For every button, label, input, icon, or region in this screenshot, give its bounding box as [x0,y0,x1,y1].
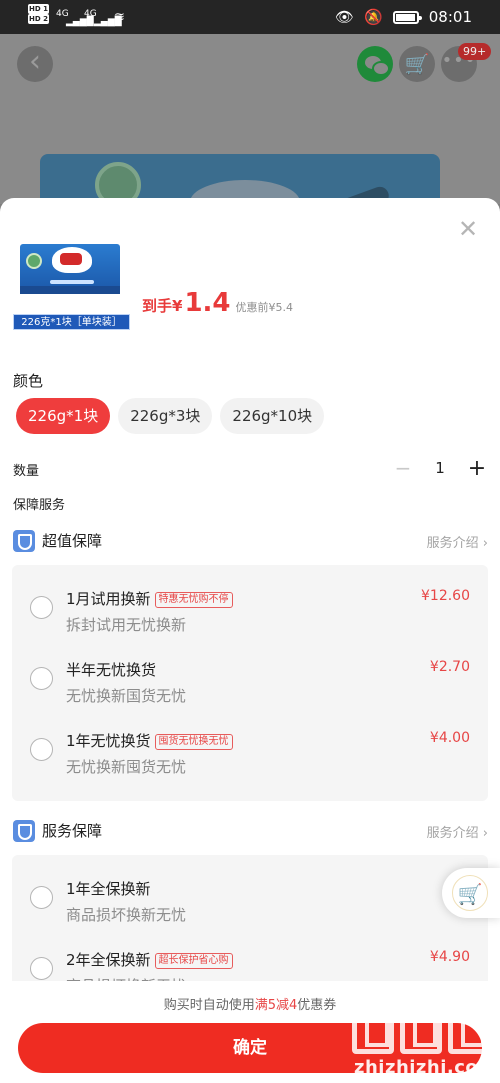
eye-icon: 👁 [335,8,355,26]
soap-package-image [20,244,120,294]
spec-option[interactable]: 226g*3块 [118,398,213,434]
cart-icon: 🛒 [404,52,430,76]
service-item[interactable]: 1月试用换新 特惠无忧购不停 拆封试用无忧换新 ¥12.60 [12,578,488,648]
close-button[interactable]: ✕ [456,215,480,243]
service-item-title-row: 1年无忧换货 囤货无忧换无忧 [66,730,233,751]
service-item-price: ¥4.00 [429,730,470,746]
close-icon: ✕ [457,215,479,243]
service-item-name: 1年无忧换货 [66,732,151,750]
shield-icon [13,530,35,552]
hd2-label: HD 2 [28,14,49,24]
product-thumbnail[interactable]: 226克*1块［单块装］ [13,242,130,330]
radio-button[interactable] [30,886,53,909]
service-group-panel: 1月试用换新 特惠无忧购不停 拆封试用无忧换新 ¥12.60 半年无忧换货 无忧换… [12,565,488,801]
coupon-suffix: 优惠券 [297,998,337,1013]
product-image [40,154,440,204]
background-product-page: ‹ 🛒 ••• 99+ [0,34,500,204]
service-item-tag: 超长保护省心购 [154,953,233,969]
service-group-header: 超值保障 服务介绍 › [13,529,488,553]
service-item-price: ¥2.70 [429,659,470,675]
quantity-title: 数量 [13,464,40,479]
service-item-title-row: 1月试用换新 特惠无忧购不停 [66,588,233,609]
radio-button[interactable] [30,957,53,980]
package-text-line [50,280,94,284]
back-button[interactable]: ‹ [17,46,53,82]
service-item-tag: 特惠无忧购不停 [154,592,233,608]
cart-button[interactable]: 🛒 [399,46,435,82]
emblem-icon [26,253,42,269]
service-group-name: 超值保障 [42,532,103,550]
original-price: 优惠前¥5.4 [235,301,294,314]
package-stripe [20,286,120,294]
service-item-price: ¥4.90 [429,949,470,965]
service-item-name: 1年全保换新 [66,880,151,898]
coupon-highlight: 满5减4 [254,998,298,1013]
status-bar: HD 1 HD 2 4G ▂▄▆█ 4G ▂▄▆█ ≋ 👁 🔕 08:01 [0,0,500,34]
service-item-desc: 无忧换新囤货无忧 [66,758,187,776]
service-item-title-row: 半年无忧换货 [66,659,156,680]
color-section-title: 颜色 [13,372,44,390]
service-item-desc: 无忧换新国货无忧 [66,687,187,705]
price-row: 到手¥ 1.4 优惠前¥5.4 [142,288,293,318]
shield-icon [13,820,35,842]
thumb-spec-label: 226克*1块［单块装］ [13,314,130,330]
coupon-prefix: 购买时自动使用 [163,998,255,1013]
service-intro-link[interactable]: 服务介绍 › [427,532,488,551]
chevron-left-icon: ‹ [29,44,41,79]
service-group-header: 服务保障 服务介绍 › [13,819,488,843]
color-options: 226g*1块 226g*3块 226g*10块 [16,398,325,434]
service-item-name: 半年无忧换货 [66,661,157,679]
quantity-stepper: − 1 + [392,455,488,481]
more-badge: 99+ [458,43,492,60]
coupon-note: 购买时自动使用满5减4优惠券 [0,994,500,1013]
service-item-desc: 商品损坏换新无忧 [66,906,187,924]
bell-muted-icon: 🔕 [364,8,383,26]
service-intro-link[interactable]: 服务介绍 › [427,822,488,841]
service-item-name: 1月试用换新 [66,590,151,608]
radio-button[interactable] [30,738,53,761]
price-prefix: 到手¥ [142,297,183,315]
service-item[interactable]: 半年无忧换货 无忧换新国货无忧 ¥2.70 [12,649,488,719]
battery-icon [392,10,422,24]
service-item[interactable]: 1年全保换新 商品损坏换新无忧 ¥2 [12,868,488,938]
service-item-tag: 囤货无忧换无忧 [154,734,233,750]
clock: 08:01 [428,8,472,26]
sim-indicators: HD 1 HD 2 [28,4,51,24]
service-item-title-row: 1年全保换新 [66,878,151,899]
cart-icon: 🛒 [452,875,488,911]
quantity-minus-button[interactable]: − [392,456,414,480]
service-group-name: 服务保障 [42,822,103,840]
service-item-desc: 拆封试用无忧换新 [66,616,187,634]
service-item[interactable]: 1年无忧换货 囤货无忧换无忧 无忧换新囤货无忧 ¥4.00 [12,720,488,790]
wifi-icon: ≋ [114,10,125,25]
service-item-title-row: 2年全保换新 超长保护省心购 [66,949,233,970]
sku-bottom-sheet: ✕ 226克*1块［单块装］ 到手¥ 1.4 优惠前¥5.4 颜色 226g*1… [0,198,500,1083]
bottom-action-bar: 购买时自动使用满5减4优惠券 确定 [0,981,500,1083]
quantity-value[interactable]: 1 [425,459,455,477]
radio-button[interactable] [30,667,53,690]
floating-cart-button[interactable]: 🛒 [442,868,500,918]
brand-logo [52,247,92,273]
radio-button[interactable] [30,596,53,619]
guarantee-title: 保障服务 [13,498,66,513]
final-price: 1.4 [184,288,231,318]
confirm-button[interactable]: 确定 [18,1023,482,1073]
status-right: 👁 🔕 08:01 [335,8,472,26]
wechat-icon[interactable] [357,46,393,82]
hd1-label: HD 1 [28,4,49,14]
quantity-plus-button[interactable]: + [466,456,488,481]
spec-option[interactable]: 226g*10块 [220,398,325,434]
service-item-price: ¥12.60 [421,588,470,604]
spec-option[interactable]: 226g*1块 [16,398,111,434]
service-item-name: 2年全保换新 [66,951,151,969]
